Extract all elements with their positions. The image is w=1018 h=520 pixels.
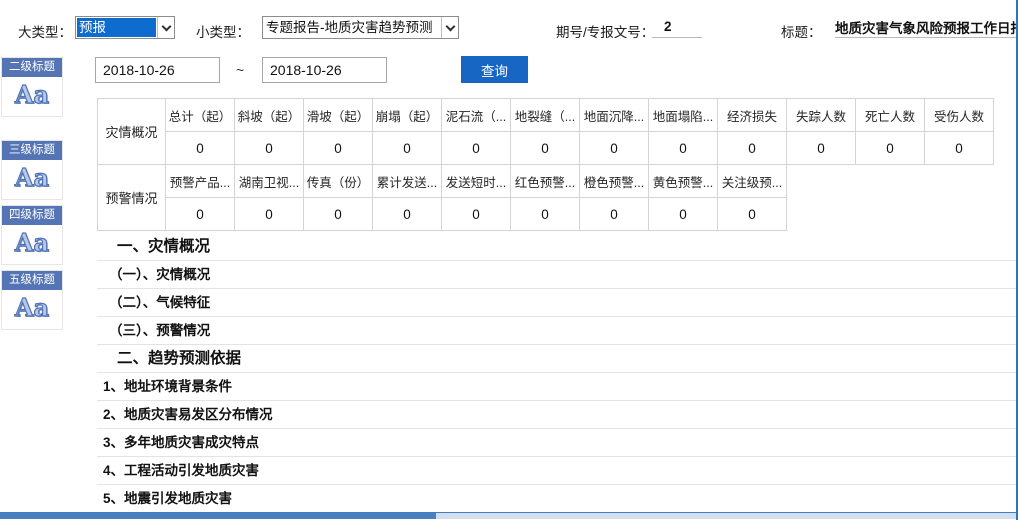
style-card-label: 二级标题 [2, 58, 62, 77]
style-preview-aa-icon: Aa [2, 290, 62, 326]
big-type-select[interactable]: 预报 [75, 16, 175, 39]
table-value-cell[interactable]: 0 [718, 198, 787, 231]
big-type-selected-value: 预报 [77, 18, 156, 37]
outline-section-row[interactable]: 1、地址环境背景条件 [97, 373, 1016, 401]
table-column-header: 橙色预警... [580, 165, 649, 198]
outline-section-row[interactable]: 二、趋势预测依据 [97, 345, 1016, 373]
outline-section-row[interactable]: 4、工程活动引发地质灾害 [97, 457, 1016, 485]
outline-section-row[interactable]: （一）、灾情概况 [97, 261, 1016, 289]
table-value-cell[interactable]: 0 [304, 198, 373, 231]
table-column-header: 地面沉降... [580, 99, 649, 132]
outline-section-row[interactable]: 3、多年地质灾害成灾特点 [97, 429, 1016, 457]
table-value-cell[interactable]: 0 [925, 132, 994, 165]
outline-section-row[interactable]: 一、灾情概况 [97, 233, 1016, 261]
table-value-cell[interactable]: 0 [787, 132, 856, 165]
issue-number-label: 期号/专报文号： [556, 21, 654, 41]
issue-number-input[interactable] [652, 16, 702, 38]
table-column-header: 失踪人数 [787, 99, 856, 132]
table-column-header: 传真（份） [304, 165, 373, 198]
style-card-label: 五级标题 [2, 271, 62, 290]
query-button[interactable]: 查询 [461, 56, 528, 83]
report-title-input[interactable] [835, 16, 1016, 38]
style-card-heading-level-5[interactable]: 五级标题Aa [1, 270, 63, 330]
table-value-cell[interactable]: 0 [304, 132, 373, 165]
table-column-header: 红色预警... [511, 165, 580, 198]
table-column-header: 受伤人数 [925, 99, 994, 132]
chevron-down-icon [161, 21, 171, 31]
title-label: 标题： [781, 21, 822, 41]
table-column-header: 地面塌陷... [649, 99, 718, 132]
style-card-heading-level-2[interactable]: 二级标题Aa [1, 57, 63, 117]
table-column-header: 关注级预... [718, 165, 787, 198]
table-value-cell[interactable]: 0 [235, 198, 304, 231]
table-column-header: 斜坡（起） [235, 99, 304, 132]
style-card-heading-level-4[interactable]: 四级标题Aa [1, 205, 63, 265]
table-column-header: 地裂缝（... [511, 99, 580, 132]
table-value-cell[interactable]: 0 [580, 198, 649, 231]
date-to-input[interactable] [262, 57, 387, 83]
horizontal-scrollbar-track[interactable] [0, 512, 1018, 519]
outline-section-row[interactable]: （三）、预警情况 [97, 317, 1016, 345]
table-column-header: 湖南卫视... [235, 165, 304, 198]
small-type-dropdown-arrow[interactable] [441, 17, 458, 38]
table-value-cell[interactable]: 0 [166, 198, 235, 231]
table-value-cell[interactable]: 0 [718, 132, 787, 165]
table-category-cell: 灾情概况 [98, 99, 166, 165]
outline-section-row[interactable]: （二）、气候特征 [97, 289, 1016, 317]
table-column-header: 发送短时... [442, 165, 511, 198]
report-editor-window: 大类型： 预报 小类型： 专题报告-地质灾害趋势预测 期号/专报文号： 标题： … [0, 0, 1018, 520]
table-value-cell[interactable]: 0 [511, 198, 580, 231]
date-from-input[interactable] [95, 57, 220, 83]
small-type-select[interactable]: 专题报告-地质灾害趋势预测 [262, 16, 459, 39]
table-column-header: 预警产品... [166, 165, 235, 198]
table-value-cell[interactable]: 0 [166, 132, 235, 165]
table-category-cell: 预警情况 [98, 165, 166, 231]
table-column-header: 经济损失 [718, 99, 787, 132]
small-type-selected-value: 专题报告-地质灾害趋势预测 [264, 18, 440, 37]
date-range-tilde: ~ [236, 62, 244, 78]
chevron-down-icon [445, 21, 455, 31]
summary-tables: 灾情概况总计（起）斜坡（起）滑坡（起）崩塌（起）泥石流（...地裂缝（...地面… [97, 98, 994, 231]
style-preview-aa-icon: Aa [2, 77, 62, 113]
outline-section-row[interactable]: 5、地震引发地质灾害 [97, 485, 1016, 513]
table-value-cell[interactable]: 0 [373, 198, 442, 231]
outline-section-row[interactable]: 2、地质灾害易发区分布情况 [97, 401, 1016, 429]
style-card-heading-level-3[interactable]: 三级标题Aa [1, 140, 63, 200]
table-value-cell[interactable]: 0 [373, 132, 442, 165]
style-card-label: 四级标题 [2, 206, 62, 225]
table-value-cell[interactable]: 0 [856, 132, 925, 165]
table-column-header: 泥石流（... [442, 99, 511, 132]
table-value-cell[interactable]: 0 [442, 132, 511, 165]
table-value-cell[interactable]: 0 [649, 132, 718, 165]
horizontal-scrollbar-thumb[interactable] [0, 513, 436, 519]
table-column-header: 死亡人数 [856, 99, 925, 132]
big-type-dropdown-arrow[interactable] [157, 17, 174, 38]
summary-table-disaster: 灾情概况总计（起）斜坡（起）滑坡（起）崩塌（起）泥石流（...地裂缝（...地面… [97, 98, 994, 165]
style-preview-aa-icon: Aa [2, 225, 62, 261]
table-column-header: 滑坡（起） [304, 99, 373, 132]
small-type-label: 小类型： [196, 21, 250, 41]
table-value-cell[interactable]: 0 [511, 132, 580, 165]
table-value-cell[interactable]: 0 [649, 198, 718, 231]
big-type-label: 大类型： [18, 21, 72, 41]
table-column-header: 总计（起） [166, 99, 235, 132]
table-value-cell[interactable]: 0 [580, 132, 649, 165]
table-value-cell[interactable]: 0 [235, 132, 304, 165]
table-value-cell[interactable]: 0 [442, 198, 511, 231]
table-column-header: 黄色预警... [649, 165, 718, 198]
table-column-header: 累计发送... [373, 165, 442, 198]
summary-table-warning: 预警情况预警产品...湖南卫视...传真（份）累计发送...发送短时...红色预… [97, 164, 787, 231]
table-column-header: 崩塌（起） [373, 99, 442, 132]
report-outline: 一、灾情概况（一）、灾情概况（二）、气候特征（三）、预警情况二、趋势预测依据1、… [97, 233, 1016, 513]
style-card-label: 三级标题 [2, 141, 62, 160]
style-preview-aa-icon: Aa [2, 160, 62, 196]
